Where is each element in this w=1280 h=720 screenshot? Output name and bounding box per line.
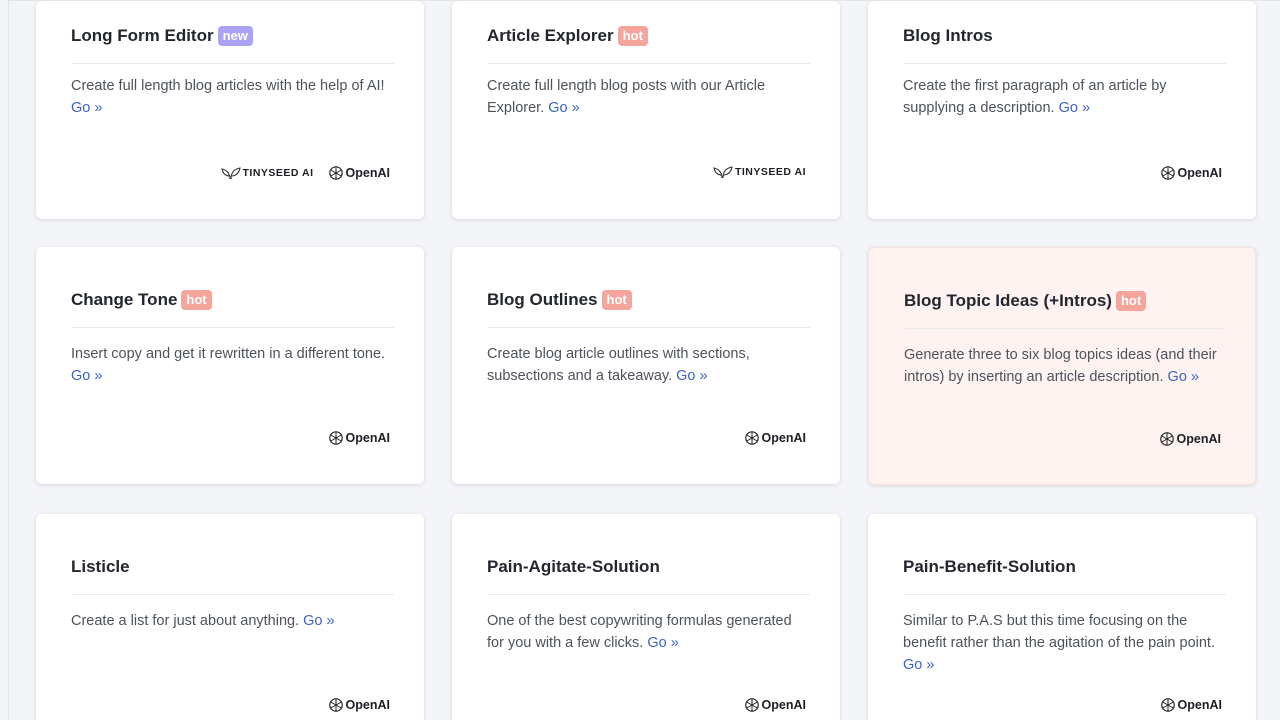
card-header: Listicle <box>71 554 394 595</box>
go-link[interactable]: Go » <box>647 635 678 651</box>
openai-brand: OpenAI <box>328 430 390 446</box>
go-link[interactable]: Go » <box>71 100 102 116</box>
openai-logo-icon <box>328 430 344 446</box>
card-header: Long Form Editor new <box>71 23 394 64</box>
openai-label: OpenAI <box>345 431 390 445</box>
tinyseed-label: TINYSEED AI <box>242 167 314 179</box>
card-footer: OpenAI <box>1159 431 1221 447</box>
card-footer: TINYSEED AI <box>713 165 806 179</box>
openai-brand: OpenAI <box>744 697 806 713</box>
card-title: Listicle <box>71 557 130 576</box>
hot-badge: hot <box>181 290 212 310</box>
openai-brand: OpenAI <box>1159 431 1221 447</box>
card-header: Blog Topic Ideas (+Intros) hot <box>904 288 1225 329</box>
tool-card-pain-benefit-solution[interactable]: Pain-Benefit-Solution Similar to P.A.S b… <box>868 514 1256 720</box>
card-footer: OpenAI <box>1160 165 1222 181</box>
openai-label: OpenAI <box>345 166 390 180</box>
card-title: Long Form Editor <box>71 26 214 45</box>
card-title: Article Explorer <box>487 26 614 45</box>
tool-card-pain-agitate-solution[interactable]: Pain-Agitate-Solution One of the best co… <box>452 514 840 720</box>
go-link[interactable]: Go » <box>1059 100 1090 116</box>
card-title: Pain-Benefit-Solution <box>903 557 1076 576</box>
card-title: Blog Intros <box>903 26 993 45</box>
card-title: Blog Outlines <box>487 290 598 309</box>
card-header: Blog Outlines hot <box>487 287 810 328</box>
openai-brand: OpenAI <box>328 165 390 181</box>
openai-label: OpenAI <box>1177 698 1222 712</box>
openai-logo-icon <box>744 697 760 713</box>
tinyseed-brand: TINYSEED AI <box>713 165 806 179</box>
hot-badge: hot <box>601 290 632 310</box>
tool-card-listicle[interactable]: Listicle Create a list for just about an… <box>36 514 424 720</box>
openai-logo-icon <box>1159 431 1175 447</box>
card-description: Generate three to six blog topics ideas … <box>904 347 1217 385</box>
card-description: Similar to P.A.S but this time focusing … <box>903 613 1215 673</box>
card-description: Create the first paragraph of an article… <box>903 78 1167 116</box>
hot-badge: hot <box>1115 291 1147 311</box>
openai-logo-icon <box>1160 165 1176 181</box>
card-description: One of the best copywriting formulas gen… <box>487 613 792 651</box>
card-header: Article Explorer hot <box>487 23 810 64</box>
openai-brand: OpenAI <box>744 430 806 446</box>
card-header: Pain-Agitate-Solution <box>487 554 810 595</box>
go-link[interactable]: Go » <box>676 368 707 384</box>
tinyseed-sprout-icon <box>713 165 733 179</box>
go-link[interactable]: Go » <box>303 613 334 629</box>
tool-card-change-tone[interactable]: Change Tone hot Insert copy and get it r… <box>36 247 424 484</box>
openai-label: OpenAI <box>761 431 806 445</box>
card-description: Create a list for just about anything. G… <box>71 613 335 629</box>
hot-badge: hot <box>617 26 648 46</box>
tinyseed-brand: TINYSEED AI <box>220 166 314 180</box>
card-title: Blog Topic Ideas (+Intros) <box>904 291 1112 310</box>
card-footer: OpenAI <box>1160 697 1222 713</box>
tool-card-long-form-editor[interactable]: Long Form Editor new Create full length … <box>36 1 424 219</box>
card-footer: OpenAI <box>328 697 390 713</box>
openai-brand: OpenAI <box>1160 697 1222 713</box>
go-link[interactable]: Go » <box>903 657 934 673</box>
card-title: Change Tone <box>71 290 178 309</box>
tools-grid: Long Form Editor new Create full length … <box>8 0 1280 720</box>
card-description: Create blog article outlines with sectio… <box>487 346 750 384</box>
go-link[interactable]: Go » <box>71 368 102 384</box>
openai-logo-icon <box>328 165 344 181</box>
card-footer: OpenAI <box>744 430 806 446</box>
openai-brand: OpenAI <box>1160 165 1222 181</box>
openai-label: OpenAI <box>761 698 806 712</box>
openai-logo-icon <box>744 430 760 446</box>
card-footer: TINYSEED AI OpenAI <box>220 165 390 181</box>
openai-label: OpenAI <box>345 698 390 712</box>
openai-label: OpenAI <box>1177 166 1222 180</box>
go-link[interactable]: Go » <box>1168 369 1199 385</box>
tool-card-blog-topic-ideas[interactable]: Blog Topic Ideas (+Intros) hot Generate … <box>868 247 1256 485</box>
openai-brand: OpenAI <box>328 697 390 713</box>
tool-card-article-explorer[interactable]: Article Explorer hot Create full length … <box>452 1 840 219</box>
openai-logo-icon <box>1160 697 1176 713</box>
card-header: Pain-Benefit-Solution <box>903 554 1226 595</box>
go-link[interactable]: Go » <box>548 100 579 116</box>
card-description: Insert copy and get it rewritten in a di… <box>71 346 386 384</box>
card-title: Pain-Agitate-Solution <box>487 557 660 576</box>
openai-label: OpenAI <box>1176 432 1221 446</box>
card-description: Create full length blog posts with our A… <box>487 78 766 116</box>
card-description: Create full length blog articles with th… <box>71 78 385 116</box>
card-footer: OpenAI <box>744 697 806 713</box>
new-badge: new <box>217 26 253 46</box>
tinyseed-sprout-icon <box>220 166 241 180</box>
card-header: Change Tone hot <box>71 287 394 328</box>
card-header: Blog Intros <box>903 23 1226 64</box>
tinyseed-label: TINYSEED AI <box>734 166 806 178</box>
tool-card-blog-outlines[interactable]: Blog Outlines hot Create blog article ou… <box>452 247 840 484</box>
card-footer: OpenAI <box>328 430 390 446</box>
tool-card-blog-intros[interactable]: Blog Intros Create the first paragraph o… <box>868 1 1256 219</box>
openai-logo-icon <box>328 697 344 713</box>
